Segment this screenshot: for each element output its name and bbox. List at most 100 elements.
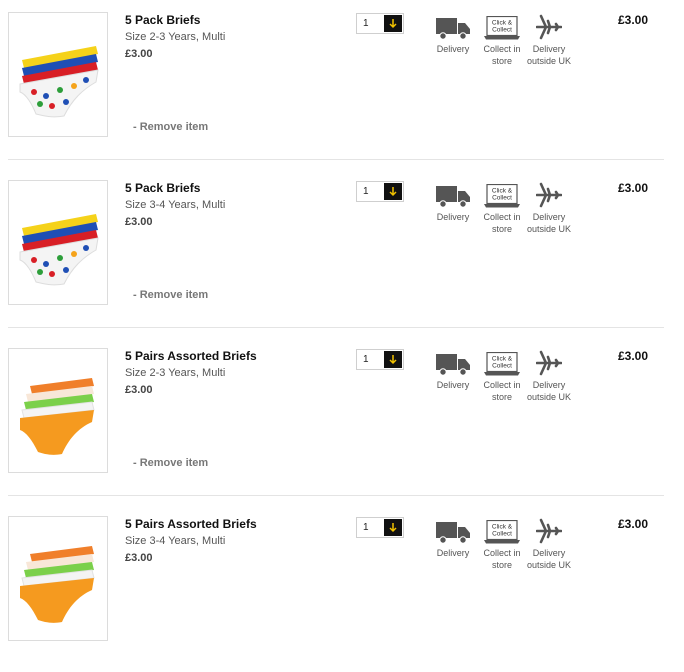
airplane-icon — [536, 350, 562, 376]
delivery-option: Delivery — [431, 12, 475, 55]
click-collect-line1: Click & — [492, 524, 513, 531]
collect-label-line1: Collect in — [483, 44, 521, 54]
airplane-icon — [536, 14, 562, 40]
product-size: Size 2-3 Years, Multi — [125, 31, 226, 43]
collect-label-line1: Collect in — [483, 212, 521, 222]
click-collect-line1: Click & — [492, 188, 513, 195]
outside-label-line1: Delivery — [532, 380, 566, 390]
briefs-image — [19, 45, 99, 117]
row-divider — [8, 495, 664, 496]
quantity-value: 1 — [363, 18, 369, 29]
collect-label-line2: store — [491, 392, 512, 402]
truck-icon — [436, 18, 470, 40]
delivery-outside-uk-option: Delivery outside UK — [522, 348, 576, 403]
click-collect-line2: Collect — [492, 531, 512, 538]
remove-item-link[interactable]: - Remove item — [133, 121, 208, 133]
click-collect-line2: Collect — [492, 27, 512, 34]
product-size: Size 2-3 Years, Multi — [125, 367, 226, 379]
collect-label-line2: store — [491, 56, 512, 66]
product-name[interactable]: 5 Pairs Assorted Briefs — [125, 517, 257, 531]
delivery-label: Delivery — [436, 548, 470, 558]
unit-price: £3.00 — [125, 384, 153, 396]
arrow-down-icon — [389, 186, 397, 196]
line-total: £3.00 — [617, 13, 648, 27]
cart-item-row: 5 Pairs Assorted Briefs Size 3-4 Years, … — [0, 504, 684, 672]
click-collect-line2: Collect — [492, 363, 512, 370]
collect-label-line1: Collect in — [483, 548, 521, 558]
briefs-image — [19, 213, 99, 285]
unit-price: £3.00 — [125, 552, 153, 564]
product-name[interactable]: 5 Pack Briefs — [125, 181, 200, 195]
click-collect-line2: Collect — [492, 195, 512, 202]
arrow-down-icon — [389, 18, 397, 28]
laptop-icon: Click & Collect — [484, 184, 520, 208]
remove-item-link[interactable]: - Remove item — [133, 457, 208, 469]
product-size: Size 3-4 Years, Multi — [125, 199, 226, 211]
collect-in-store-option: Click & Collect Collect in store — [478, 516, 526, 571]
laptop-icon: Click & Collect — [484, 16, 520, 40]
product-name[interactable]: 5 Pack Briefs — [125, 13, 200, 27]
quantity-value: 1 — [363, 186, 369, 197]
quantity-dropdown-button[interactable] — [384, 519, 402, 536]
delivery-label: Delivery — [436, 44, 470, 54]
unit-price: £3.00 — [125, 216, 153, 228]
delivery-outside-uk-option: Delivery outside UK — [522, 516, 576, 571]
delivery-option: Delivery — [431, 516, 475, 559]
truck-icon — [436, 522, 470, 544]
cart-item-row: 5 Pack Briefs Size 3-4 Years, Multi £3.0… — [0, 168, 684, 336]
arrow-down-icon — [389, 354, 397, 364]
delivery-outside-uk-option: Delivery outside UK — [522, 12, 576, 67]
cart-item-row: 5 Pairs Assorted Briefs Size 2-3 Years, … — [0, 336, 684, 504]
quantity-select[interactable]: 1 — [356, 517, 404, 538]
outside-label-line2: outside UK — [526, 56, 572, 66]
quantity-dropdown-button[interactable] — [384, 351, 402, 368]
outside-label-line2: outside UK — [526, 224, 572, 234]
airplane-icon — [536, 182, 562, 208]
outside-label-line1: Delivery — [532, 548, 566, 558]
collect-label-line2: store — [491, 560, 512, 570]
delivery-label: Delivery — [436, 212, 470, 222]
click-collect-line1: Click & — [492, 20, 513, 27]
product-image[interactable] — [8, 348, 108, 473]
collect-in-store-option: Click & Collect Collect in store — [478, 12, 526, 67]
truck-icon — [436, 354, 470, 376]
row-divider — [8, 327, 664, 328]
delivery-option: Delivery — [431, 348, 475, 391]
outside-label-line2: outside UK — [526, 560, 572, 570]
line-total: £3.00 — [617, 517, 648, 531]
delivery-option: Delivery — [431, 180, 475, 223]
airplane-icon — [536, 518, 562, 544]
quantity-select[interactable]: 1 — [356, 181, 404, 202]
quantity-value: 1 — [363, 522, 369, 533]
product-image[interactable] — [8, 12, 108, 137]
quantity-select[interactable]: 1 — [356, 349, 404, 370]
delivery-outside-uk-option: Delivery outside UK — [522, 180, 576, 235]
outside-label-line1: Delivery — [532, 212, 566, 222]
unit-price: £3.00 — [125, 48, 153, 60]
delivery-label: Delivery — [436, 380, 470, 390]
quantity-value: 1 — [363, 354, 369, 365]
quantity-select[interactable]: 1 — [356, 13, 404, 34]
quantity-dropdown-button[interactable] — [384, 15, 402, 32]
laptop-icon: Click & Collect — [484, 352, 520, 376]
remove-item-link[interactable]: - Remove item — [133, 289, 208, 301]
laptop-icon: Click & Collect — [484, 520, 520, 544]
truck-icon — [436, 186, 470, 208]
quantity-dropdown-button[interactable] — [384, 183, 402, 200]
product-size: Size 3-4 Years, Multi — [125, 535, 226, 547]
line-total: £3.00 — [617, 181, 648, 195]
collect-label-line2: store — [491, 224, 512, 234]
outside-label-line2: outside UK — [526, 392, 572, 402]
collect-in-store-option: Click & Collect Collect in store — [478, 180, 526, 235]
click-collect-line1: Click & — [492, 356, 513, 363]
line-total: £3.00 — [617, 349, 648, 363]
product-name[interactable]: 5 Pairs Assorted Briefs — [125, 349, 257, 363]
product-image[interactable] — [8, 180, 108, 305]
product-image[interactable] — [8, 516, 108, 641]
outside-label-line1: Delivery — [532, 44, 566, 54]
collect-label-line1: Collect in — [483, 380, 521, 390]
arrow-down-icon — [389, 522, 397, 532]
collect-in-store-option: Click & Collect Collect in store — [478, 348, 526, 403]
cart-item-row: 5 Pack Briefs Size 2-3 Years, Multi £3.0… — [0, 0, 684, 168]
briefs-image — [20, 377, 95, 455]
